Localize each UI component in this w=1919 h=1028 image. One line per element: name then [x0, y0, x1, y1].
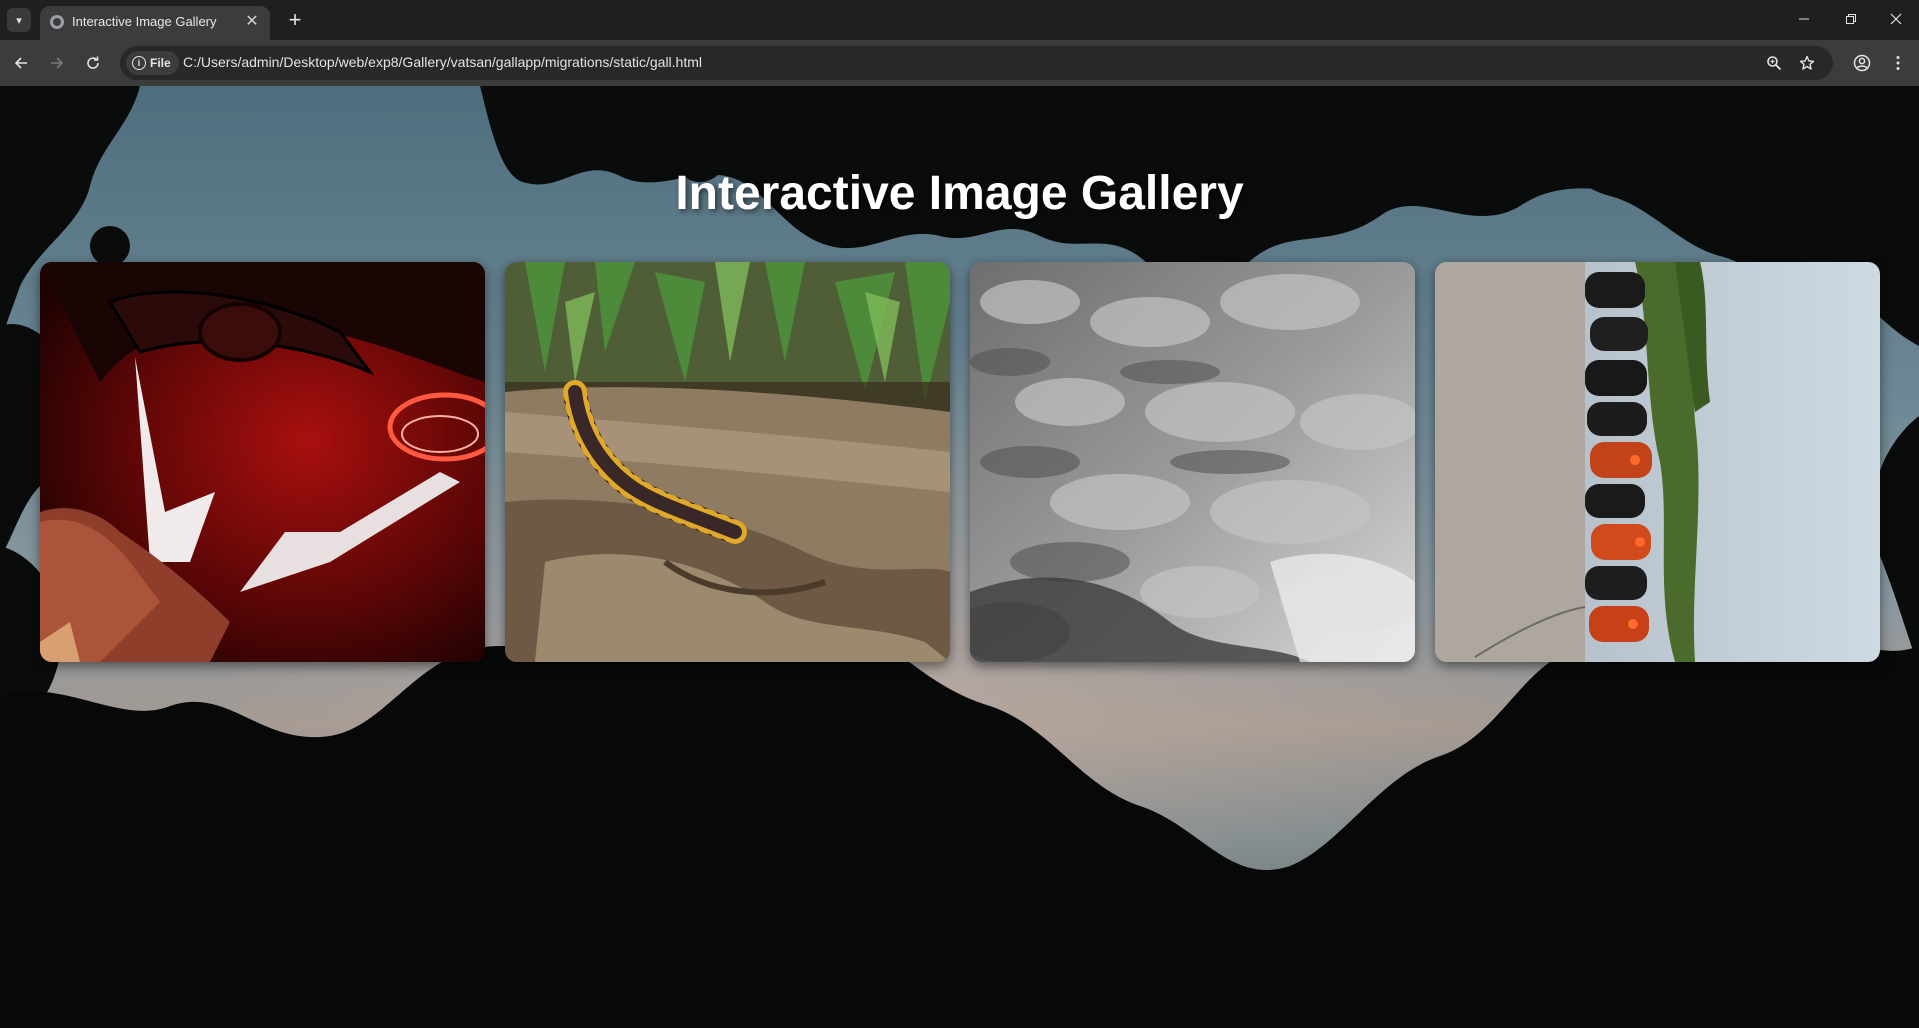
reload-icon[interactable]: [80, 50, 106, 76]
gallery-image-4[interactable]: [1435, 262, 1880, 662]
url-text[interactable]: C:/Users/admin/Desktop/web/exp8/Gallery/…: [183, 54, 702, 70]
page-viewport: Interactive Image Gallery: [0, 86, 1919, 1028]
browser-toolbar: i File C:/Users/admin/Desktop/web/exp8/G…: [0, 40, 1919, 86]
gallery-image-3[interactable]: [970, 262, 1415, 662]
tab-active[interactable]: Interactive Image Gallery ✕: [40, 6, 270, 40]
plus-icon[interactable]: +: [282, 8, 308, 34]
close-icon[interactable]: ✕: [242, 12, 262, 32]
favicon-icon: [50, 15, 64, 29]
clouds-image: [970, 262, 1415, 662]
tab-strip: ▾ Interactive Image Gallery ✕ +: [0, 0, 1919, 40]
tab-search-icon[interactable]: ▾: [7, 8, 31, 32]
more-vert-icon[interactable]: [1885, 50, 1911, 76]
gallery-image-2[interactable]: [505, 262, 950, 662]
millipede-image: [505, 262, 950, 662]
back-arrow-icon[interactable]: [8, 50, 34, 76]
window-close-icon[interactable]: [1876, 6, 1916, 34]
site-info-chip[interactable]: i File: [126, 51, 179, 75]
page-title: Interactive Image Gallery: [675, 167, 1244, 220]
profile-icon[interactable]: [1849, 50, 1875, 76]
zoom-icon[interactable]: [1763, 52, 1785, 74]
forward-arrow-icon[interactable]: [44, 50, 70, 76]
parked-motorcycles-image: [1435, 262, 1880, 662]
star-icon[interactable]: [1796, 52, 1818, 74]
motorcycle-headlight-image: [40, 262, 485, 662]
info-icon: i: [132, 56, 146, 70]
address-bar[interactable]: i File C:/Users/admin/Desktop/web/exp8/G…: [120, 46, 1833, 80]
site-chip-label: File: [150, 56, 171, 70]
minimize-icon[interactable]: [1784, 6, 1824, 34]
image-gallery: [40, 262, 1880, 662]
restore-icon[interactable]: [1831, 6, 1871, 34]
gallery-image-1[interactable]: [40, 262, 485, 662]
tab-title: Interactive Image Gallery: [72, 14, 217, 29]
